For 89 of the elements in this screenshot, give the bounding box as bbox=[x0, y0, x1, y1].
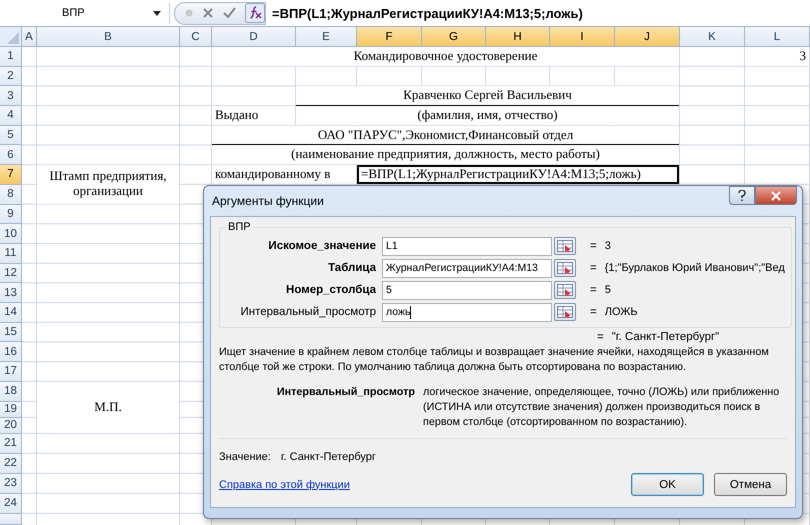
argument-label: Искомое_значение bbox=[267, 240, 377, 252]
row-header[interactable]: 19 bbox=[0, 402, 22, 418]
argument-label: Номер_столбца bbox=[285, 284, 377, 296]
row-header[interactable]: 22 bbox=[0, 454, 22, 474]
dialog-title: Аргументы функции bbox=[212, 194, 324, 208]
argument-result: 5 bbox=[604, 284, 611, 296]
column-header[interactable]: D bbox=[212, 27, 296, 47]
column-header[interactable]: E bbox=[296, 27, 357, 47]
column-header[interactable]: A bbox=[22, 27, 37, 47]
row-header[interactable]: 11 bbox=[0, 244, 22, 264]
argument-result: 3 bbox=[604, 240, 611, 252]
equals-sign: = bbox=[590, 262, 597, 274]
argument-field[interactable]: ЖурналРегистрацииКУ!A4:M13 bbox=[382, 258, 552, 278]
row-header[interactable]: 18 bbox=[0, 382, 22, 402]
collapse-dialog-button[interactable] bbox=[554, 237, 576, 255]
equals-sign: = bbox=[590, 240, 597, 252]
help-icon bbox=[738, 190, 746, 201]
row-header[interactable]: 8 bbox=[0, 184, 22, 204]
row-header[interactable]: 15 bbox=[0, 322, 22, 342]
range-select-icon bbox=[557, 240, 573, 252]
row-header[interactable]: 10 bbox=[0, 224, 22, 244]
column-header[interactable]: L bbox=[745, 27, 810, 47]
dropdown-icon bbox=[153, 10, 161, 16]
row-header[interactable]: 21 bbox=[0, 434, 22, 454]
value-text: г. Санкт-Петербург bbox=[280, 451, 376, 463]
table-cell: ОАО "ПАРУС",Экономист,Финансовый отдел bbox=[212, 126, 679, 146]
close-button[interactable] bbox=[755, 186, 797, 205]
function-name: ВПР bbox=[227, 221, 252, 233]
row-header[interactable]: 20 bbox=[0, 418, 22, 434]
argument-field[interactable]: L1 bbox=[382, 236, 552, 256]
row-header[interactable]: 4 bbox=[0, 106, 22, 126]
row-header[interactable]: 16 bbox=[0, 342, 22, 362]
argument-label: Таблица bbox=[327, 262, 377, 274]
column-header[interactable]: B bbox=[37, 27, 180, 47]
column-header[interactable]: G bbox=[422, 27, 486, 47]
equals-sign: = bbox=[590, 306, 597, 318]
range-select-icon bbox=[557, 262, 573, 274]
column-header[interactable]: J bbox=[615, 27, 680, 47]
table-cell: (фамилия, имя, отчество) bbox=[296, 106, 679, 125]
table-cell: командированному в bbox=[212, 165, 356, 184]
column-header[interactable]: F bbox=[357, 27, 422, 47]
row-header[interactable]: 5 bbox=[0, 126, 22, 146]
cancel-button[interactable]: Отмена bbox=[714, 473, 787, 496]
value-label: Значение: bbox=[219, 451, 271, 463]
check-icon[interactable] bbox=[223, 7, 236, 19]
argument-label: Интервальный_просмотр bbox=[239, 306, 377, 318]
function-description: Ищет значение в крайнем левом столбце таблицы и возвращает значение ячейки, находящейся в указанном столбце той же строки. По умолчанию таблица должна быть отсортирована по возрастанию. bbox=[219, 345, 770, 375]
row-header[interactable]: 2 bbox=[0, 66, 22, 86]
argument-result: {1;"Бурлаков Юрий Иванович";"Вед bbox=[604, 262, 785, 274]
argument-field[interactable]: 5 bbox=[382, 280, 552, 300]
row-header[interactable]: 3 bbox=[0, 86, 22, 106]
argument-help-label: Интервальный_просмотр bbox=[276, 385, 416, 400]
argument-help-text: логическое значение, определяющее, точно (ЛОЖЬ) или приближенно (ИСТИНА или отсутствие значения) должен производиться поиск в первом столбце (отсортированном по возрастанию). bbox=[423, 385, 780, 430]
column-header[interactable]: I bbox=[550, 27, 615, 47]
row-header[interactable]: 14 bbox=[0, 302, 22, 323]
table-cell: Кравченко Сергей Васильевич bbox=[296, 86, 679, 106]
table-cell: Выдано bbox=[212, 106, 295, 125]
table-cell: =ВПР(L1;ЖурналРегистрацииКУ!A4:M13;5;ложь) bbox=[357, 165, 679, 184]
help-link[interactable]: Справка по этой функции bbox=[219, 478, 350, 490]
column-header[interactable]: C bbox=[180, 27, 212, 47]
row-header[interactable]: 6 bbox=[0, 145, 22, 166]
row-header[interactable]: 12 bbox=[0, 264, 22, 284]
cancel-icon[interactable] bbox=[202, 7, 214, 19]
insert-function-icon[interactable] bbox=[245, 3, 265, 23]
column-header[interactable]: H bbox=[486, 27, 550, 47]
circle-icon bbox=[185, 9, 193, 17]
row-header[interactable]: 23 bbox=[0, 474, 22, 494]
row-header[interactable]: 24 bbox=[0, 494, 22, 514]
collapse-dialog-button[interactable] bbox=[554, 281, 576, 299]
formula-result: "г. Санкт-Петербург" bbox=[612, 331, 720, 343]
ok-button[interactable]: OK bbox=[631, 473, 704, 496]
row-header[interactable]: 17 bbox=[0, 362, 22, 382]
argument-result: ЛОЖЬ bbox=[604, 306, 638, 318]
row-header[interactable]: 9 bbox=[0, 204, 22, 224]
row-header[interactable]: 1 bbox=[0, 47, 22, 67]
row-header[interactable]: 7 bbox=[0, 165, 22, 185]
equals-sign: = bbox=[590, 284, 597, 296]
help-button[interactable] bbox=[729, 186, 755, 205]
formula-field[interactable]: =ВПР(L1;ЖурналРегистрацииКУ!A4:M13;5;ложь) bbox=[272, 2, 810, 24]
close-icon bbox=[771, 190, 781, 200]
range-select-icon bbox=[557, 284, 573, 296]
collapse-dialog-button[interactable] bbox=[554, 303, 576, 321]
argument-field[interactable]: ложь bbox=[382, 302, 552, 322]
range-select-icon bbox=[557, 306, 573, 318]
equals-sign: = bbox=[597, 331, 604, 343]
name-box[interactable]: ВПР bbox=[0, 2, 170, 24]
column-header[interactable]: K bbox=[680, 27, 745, 47]
collapse-dialog-button[interactable] bbox=[554, 259, 576, 277]
row-header[interactable]: 13 bbox=[0, 283, 22, 303]
